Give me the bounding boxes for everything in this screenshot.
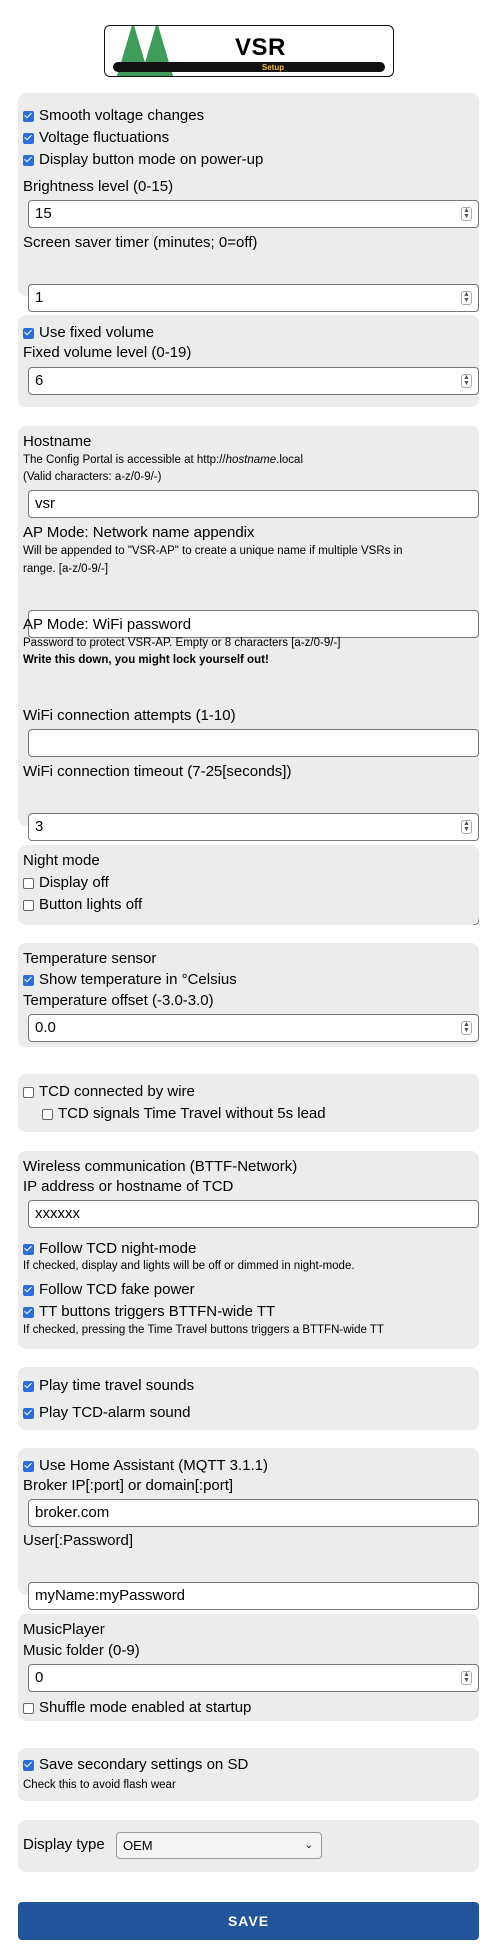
checkbox-checked-icon	[23, 1284, 34, 1296]
button-mode-checkbox[interactable]: Display button mode on power-up	[23, 151, 474, 169]
tcd-wire-checkbox[interactable]: TCD connected by wire	[23, 1083, 474, 1101]
brightness-input[interactable]: 15 ▲ ▼	[28, 200, 479, 228]
tcd-no-lead-checkbox[interactable]: TCD signals Time Travel without 5s lead	[23, 1105, 474, 1123]
ap-password-input[interactable]	[28, 729, 479, 757]
checkbox-checked-icon	[23, 327, 34, 339]
user-label: User[:Password]	[23, 1532, 134, 1549]
temp-offset-input[interactable]: 0.0 ▲ ▼	[28, 1014, 479, 1042]
checkbox-unchecked-icon	[23, 877, 34, 889]
music-folder-input[interactable]: 0 ▲ ▼	[28, 1664, 479, 1692]
tcd-ip-label: IP address or hostname of TCD	[23, 1178, 234, 1195]
temperature-section: Temperature sensor Show temperature in °…	[18, 943, 479, 1047]
sounds-section: Play time travel sounds Play TCD-alarm s…	[18, 1367, 479, 1430]
spinner-icon[interactable]: ▲▼	[461, 1671, 472, 1685]
shuffle-checkbox[interactable]: Shuffle mode enabled at startup	[23, 1699, 474, 1717]
screen-saver-input[interactable]: 1 ▲ ▼	[28, 284, 479, 312]
logo-subtitle: Setup	[261, 63, 285, 72]
vsr-logo: Setup VSR	[104, 25, 394, 77]
spinner-icon[interactable]: ▲▼	[461, 1021, 472, 1035]
broker-input[interactable]: broker.com	[28, 1499, 479, 1527]
checkbox-checked-icon	[23, 1306, 34, 1318]
mqtt-checkbox[interactable]: Use Home Assistant (MQTT 3.1.1)	[23, 1457, 474, 1475]
temperature-title: Temperature sensor	[23, 950, 157, 967]
tt-sounds-checkbox[interactable]: Play time travel sounds	[23, 1377, 474, 1395]
temp-offset-label: Temperature offset (-3.0-3.0)	[23, 992, 214, 1009]
voltage-fluctuations-checkbox[interactable]: Voltage fluctuations	[23, 129, 474, 147]
display-type-section: Display type OEM ⌄	[18, 1820, 479, 1872]
wifi-attempts-input[interactable]: 3 ▲ ▼	[28, 813, 479, 841]
broker-label: Broker IP[:port] or domain[:port]	[23, 1477, 234, 1494]
hostname-label: Hostname	[23, 433, 92, 450]
bttfn-title: Wireless communication (BTTF-Network)	[23, 1158, 298, 1175]
mqtt-section: Use Home Assistant (MQTT 3.1.1) Broker I…	[18, 1448, 479, 1610]
checkbox-unchecked-icon	[42, 1108, 53, 1120]
ap-password-label: AP Mode: WiFi password	[23, 616, 192, 633]
alarm-sound-checkbox[interactable]: Play TCD-alarm sound	[23, 1404, 474, 1422]
ap-appendix-label: AP Mode: Network name appendix	[23, 524, 255, 541]
follow-night-checkbox[interactable]: Follow TCD night-mode	[23, 1240, 474, 1258]
tcd-ip-input[interactable]: xxxxxx	[28, 1200, 479, 1228]
checkbox-checked-icon	[23, 154, 34, 166]
wifi-timeout-label: WiFi connection timeout (7-25[seconds])	[23, 763, 292, 780]
display-off-checkbox[interactable]: Display off	[23, 874, 474, 892]
display-type-select[interactable]: OEM ⌄	[116, 1832, 322, 1859]
checkbox-checked-icon	[23, 1380, 34, 1392]
checkbox-unchecked-icon	[23, 1702, 34, 1714]
night-mode-section: Night mode Display off Button lights off	[18, 845, 479, 925]
fake-power-checkbox[interactable]: Follow TCD fake power	[23, 1281, 474, 1299]
volume-level-label: Fixed volume level (0-19)	[23, 344, 192, 361]
display-settings-section: Smooth voltage changes Voltage fluctuati…	[18, 93, 479, 312]
brightness-label: Brightness level (0-15)	[23, 178, 174, 195]
checkbox-unchecked-icon	[23, 899, 34, 911]
logo-title: VSR	[235, 34, 286, 61]
music-player-title: MusicPlayer	[23, 1621, 105, 1638]
follow-night-help: If checked, display and lights will be o…	[23, 1260, 355, 1272]
ap-password-help: Password to protect VSR-AP. Empty or 8 c…	[23, 637, 341, 649]
ap-appendix-help: Will be appended to "VSR-AP" to create a…	[23, 545, 403, 557]
spinner-icon[interactable]: ▲▼	[461, 820, 472, 834]
checkbox-checked-icon	[23, 132, 34, 144]
smooth-voltage-checkbox[interactable]: Smooth voltage changes	[23, 107, 474, 125]
tcd-wire-section: TCD connected by wire TCD signals Time T…	[18, 1074, 479, 1132]
lights-off-checkbox[interactable]: Button lights off	[23, 896, 474, 914]
checkbox-checked-icon	[23, 110, 34, 122]
volume-section: Use fixed volume Fixed volume level (0-1…	[18, 315, 479, 407]
wifi-attempts-label: WiFi connection attempts (1-10)	[23, 707, 236, 724]
checkbox-checked-icon	[23, 1460, 34, 1472]
volume-level-input[interactable]: 6 ▲ ▼	[28, 367, 479, 395]
ap-appendix-help-chars: range. [a-z/0-9/-]	[23, 563, 109, 575]
checkbox-checked-icon	[23, 1759, 34, 1771]
save-sd-help: Check this to avoid flash wear	[23, 1779, 176, 1791]
tt-buttons-checkbox[interactable]: TT buttons triggers BTTFN-wide TT	[23, 1303, 474, 1321]
ap-password-warning: Write this down, you might lock yourself…	[23, 654, 269, 666]
music-player-section: MusicPlayer Music folder (0-9) 0 ▲ ▼ Shuff…	[18, 1614, 479, 1721]
screen-saver-label: Screen saver timer (minutes; 0=off)	[23, 234, 258, 251]
spinner-icon[interactable]: ▲▼	[461, 291, 472, 305]
music-folder-label: Music folder (0-9)	[23, 1642, 140, 1659]
checkbox-checked-icon	[23, 974, 34, 986]
checkbox-unchecked-icon	[23, 1086, 34, 1098]
sd-section: Save secondary settings on SD Check this…	[18, 1748, 479, 1801]
checkbox-checked-icon	[23, 1407, 34, 1419]
bttfn-section: Wireless communication (BTTF-Network) IP…	[18, 1151, 479, 1349]
network-section: Hostname The Config Portal is accessible…	[18, 426, 479, 925]
tt-buttons-help: If checked, pressing the Time Travel but…	[23, 1324, 384, 1336]
save-sd-checkbox[interactable]: Save secondary settings on SD	[23, 1756, 474, 1774]
fixed-volume-checkbox[interactable]: Use fixed volume	[23, 324, 474, 342]
chevron-down-icon: ⌄	[304, 1840, 313, 1851]
user-input[interactable]: myName:myPassword	[28, 1582, 479, 1610]
celsius-checkbox[interactable]: Show temperature in °Celsius	[23, 971, 474, 989]
spinner-icon[interactable]: ▲▼	[461, 207, 472, 221]
spinner-icon[interactable]: ▲▼	[461, 374, 472, 388]
hostname-help: The Config Portal is accessible at http:…	[23, 454, 304, 466]
save-button[interactable]: SAVE	[18, 1902, 479, 1940]
checkbox-checked-icon	[23, 1243, 34, 1255]
hostname-help-chars: (Valid characters: a-z/0-9/-)	[23, 471, 162, 483]
night-mode-title: Night mode	[23, 852, 100, 869]
hostname-input[interactable]: vsr	[28, 490, 479, 518]
